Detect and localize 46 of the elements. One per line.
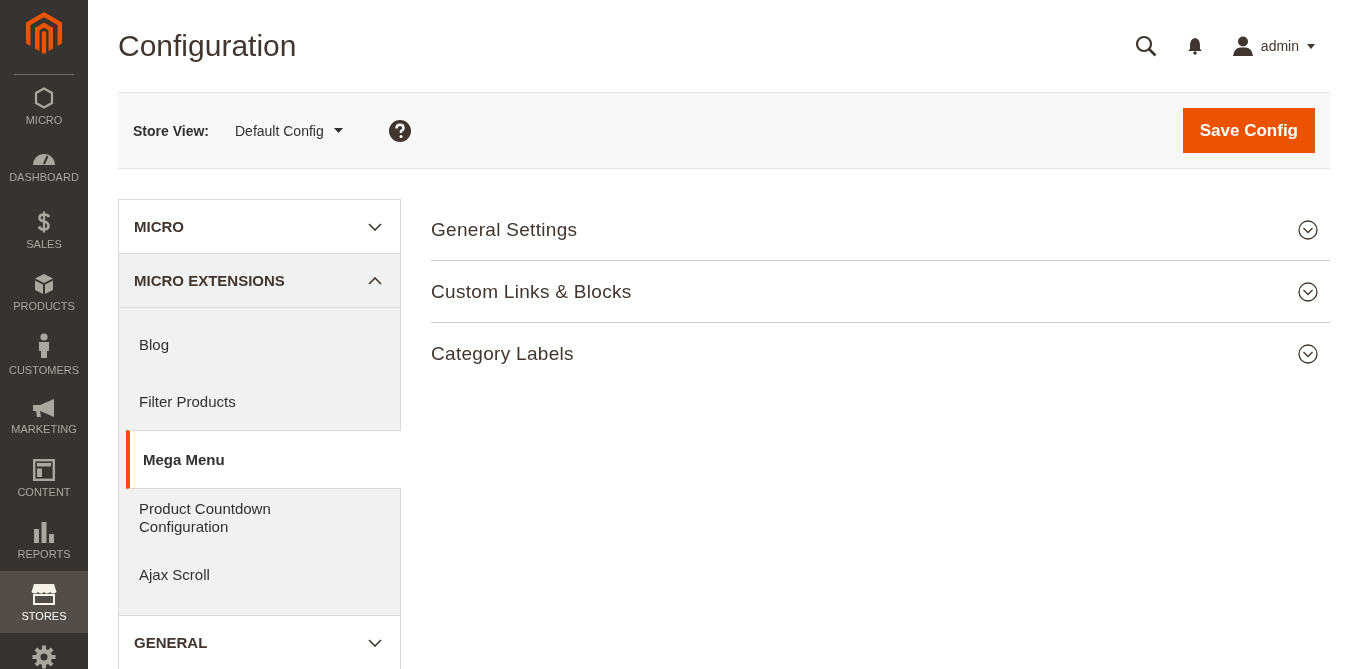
layout-icon bbox=[33, 458, 55, 481]
storefront-icon bbox=[31, 582, 57, 605]
nav-item[interactable]: CUSTOMERS bbox=[0, 323, 88, 385]
nav-item[interactable]: MARKETING bbox=[0, 385, 88, 447]
nav-item[interactable]: CONTENT bbox=[0, 447, 88, 509]
user-icon bbox=[1232, 36, 1253, 56]
chevron-down-circle-icon bbox=[1298, 281, 1318, 302]
page-title: Configuration bbox=[118, 29, 298, 63]
hexagon-icon bbox=[34, 86, 54, 109]
chevron-up-icon bbox=[368, 276, 382, 285]
section-header[interactable]: Category Labels bbox=[431, 323, 1330, 384]
logo-icon bbox=[26, 12, 62, 54]
section-header[interactable]: General Settings bbox=[431, 199, 1330, 261]
user-menu[interactable]: admin bbox=[1232, 36, 1315, 56]
config-tab-item[interactable]: Product Countdown Configuration bbox=[119, 489, 400, 546]
store-view-dropdown[interactable]: Default Config bbox=[235, 122, 343, 139]
nav-item[interactable]: PRODUCTS bbox=[0, 261, 88, 323]
nav-item[interactable]: SALES bbox=[0, 199, 88, 261]
config-group-header[interactable]: GENERAL bbox=[119, 616, 400, 669]
config-tab-item[interactable]: Blog bbox=[119, 316, 400, 373]
store-view-label: Store View: bbox=[133, 122, 209, 139]
config-tab-item[interactable]: Ajax Scroll bbox=[119, 546, 400, 603]
config-tab-item[interactable]: Mega Menu bbox=[126, 430, 401, 489]
help-icon[interactable] bbox=[388, 119, 411, 142]
caret-icon bbox=[333, 128, 343, 133]
bell-icon[interactable] bbox=[1186, 37, 1203, 55]
save-config-button[interactable]: Save Config bbox=[1182, 108, 1315, 153]
dollar-icon bbox=[37, 210, 51, 233]
chevron-down-circle-icon bbox=[1298, 219, 1318, 240]
nav-item[interactable]: REPORTS bbox=[0, 509, 88, 571]
chevron-down-circle-icon bbox=[1298, 343, 1318, 364]
search-icon[interactable] bbox=[1134, 35, 1157, 57]
config-group-header[interactable]: MICRO EXTENSIONS bbox=[119, 254, 400, 308]
chevron-down-icon bbox=[368, 222, 382, 231]
person-icon bbox=[37, 332, 51, 359]
nav-item[interactable]: STORES bbox=[0, 571, 88, 633]
box-icon bbox=[34, 272, 54, 295]
nav-item[interactable]: DASHBOARD bbox=[0, 137, 88, 199]
chevron-down-icon bbox=[368, 638, 382, 647]
section-header[interactable]: Custom Links & Blocks bbox=[431, 261, 1330, 323]
config-tab-item[interactable]: Filter Products bbox=[119, 373, 400, 430]
gauge-icon bbox=[32, 153, 56, 166]
bar-chart-icon bbox=[33, 520, 55, 543]
caret-icon bbox=[1307, 43, 1315, 49]
megaphone-icon bbox=[32, 397, 56, 418]
nav-item[interactable]: MICRO bbox=[0, 75, 88, 137]
